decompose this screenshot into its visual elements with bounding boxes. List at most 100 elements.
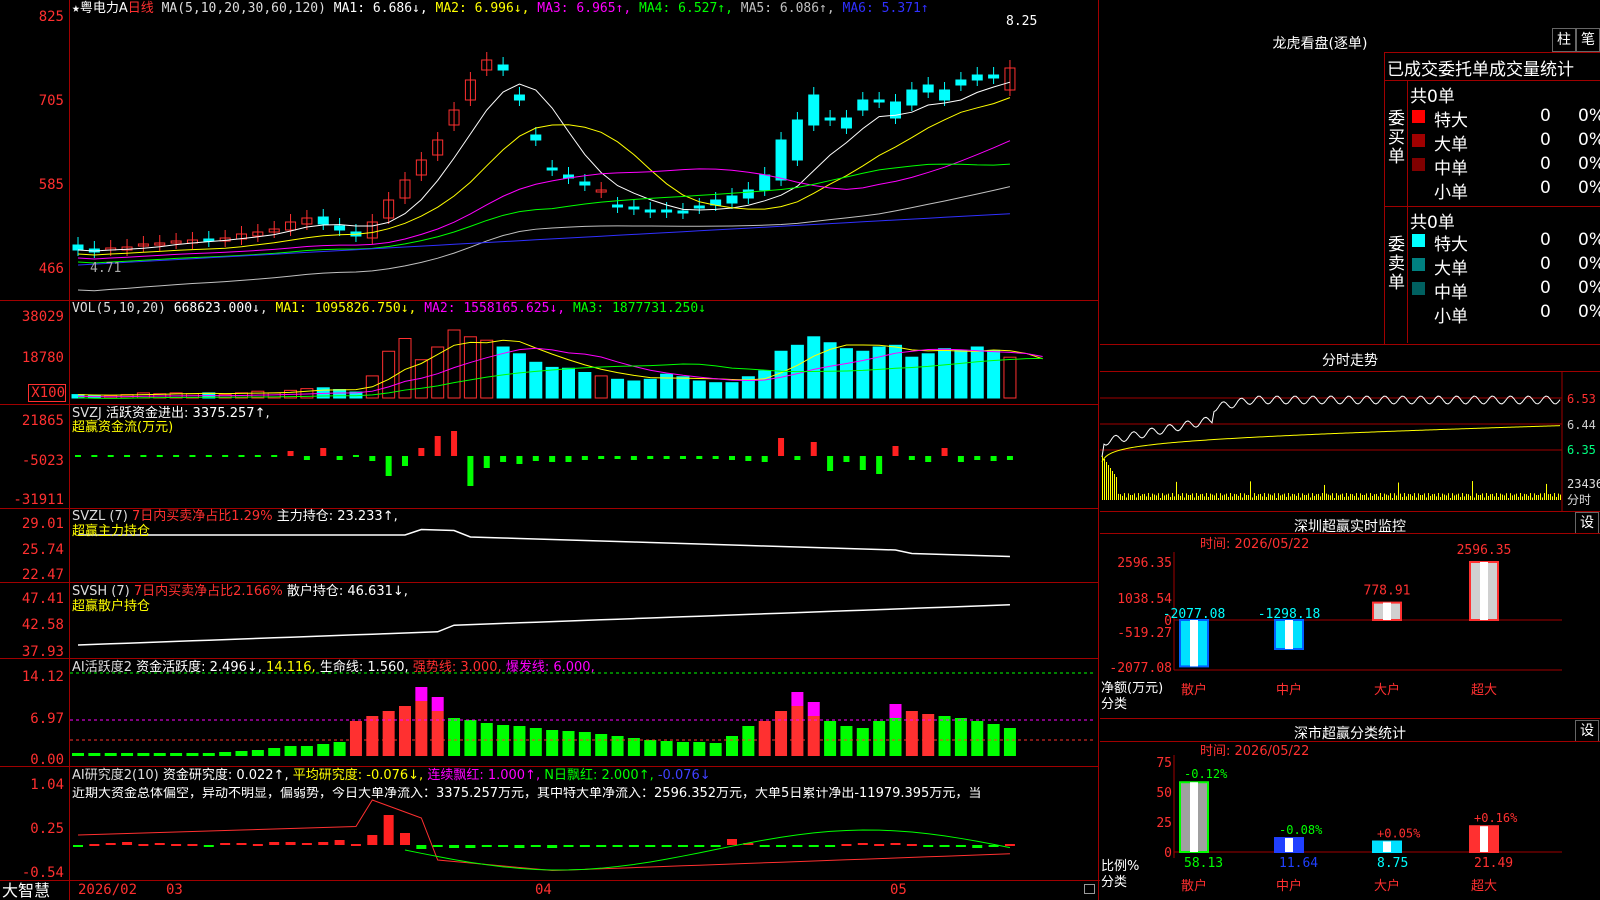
fenshi-vol-bar — [1472, 481, 1473, 500]
fenshi-vol-bar — [1204, 496, 1205, 500]
svzj-bar — [729, 456, 735, 460]
fenshi-vol-bar — [1418, 493, 1419, 500]
volume-bar — [692, 380, 706, 399]
fenshi-chart[interactable] — [1100, 372, 1600, 512]
fenshi-vol-bar — [1328, 494, 1329, 500]
svzj-bar — [827, 456, 834, 471]
research-bar — [563, 845, 574, 847]
svzl-legend: SVZL (7) 7日内买卖净占比1.29% 主力持仓: 23.233↑, — [72, 509, 398, 524]
research-bar — [857, 843, 868, 845]
fenshi-vol-bar — [1392, 497, 1393, 500]
volume-bar — [905, 356, 919, 399]
fenshi-vol-bar — [1134, 493, 1135, 500]
fenshi-vol-bar — [1250, 481, 1251, 500]
research-bar — [383, 815, 394, 845]
fenshi-vol-bar — [1286, 496, 1287, 500]
buy-row-swatch-2 — [1412, 134, 1425, 147]
research-bar — [498, 845, 509, 847]
fenshi-vol-bar — [1282, 494, 1283, 500]
vol-legend-item-3: MA3: 1877731.250↓ — [572, 301, 706, 316]
buy-row-pct-3: 0% — [1578, 154, 1600, 174]
fenshi-vol-bar — [1480, 494, 1481, 500]
longhu-side-divider — [1407, 80, 1408, 343]
fenshi-vol-bar — [1384, 493, 1385, 500]
fenshi-vol-bar — [1324, 484, 1325, 500]
fenshi-vol-bar — [1404, 493, 1405, 500]
fenshi-vol-bar — [1506, 493, 1507, 500]
fenshi-axis-low: 6.35 — [1567, 443, 1596, 457]
monitor-xlabel: 分类 — [1101, 697, 1128, 712]
fenshi-vol-bar — [1334, 497, 1335, 500]
ai2-bar-peak — [889, 704, 902, 718]
fenshi-vol-bar — [1210, 493, 1211, 500]
brand-label: 大智慧 — [2, 881, 51, 900]
ai2-bar — [938, 716, 951, 756]
research-bar — [334, 840, 345, 845]
fenshi-vol-bar — [1360, 493, 1361, 500]
fenshi-vol-bar — [1362, 494, 1363, 500]
classify-value-1: 58.13 — [1184, 856, 1223, 871]
ai2-bar — [72, 753, 84, 756]
research-bar — [89, 844, 100, 846]
classify-bar-highlight-1 — [1190, 782, 1198, 852]
fenshi-vol-bar — [1182, 493, 1183, 500]
fenshi-vol-bar — [1284, 493, 1285, 500]
fenshi-vol-bar — [1548, 494, 1549, 500]
fenshi-vol-bar — [1288, 493, 1289, 500]
main-chart-canvas[interactable] — [0, 0, 1098, 900]
fenshi-vol-bar — [1132, 494, 1133, 500]
fenshi-vol-bar — [1180, 495, 1181, 500]
fenshi-vol-bar — [1434, 493, 1435, 500]
svzj-sub: 超赢资金流(万元) — [72, 420, 174, 435]
fenshi-vol-bar — [1280, 495, 1281, 500]
fenshi-vol-bar — [1306, 494, 1307, 500]
buy-row-swatch-3 — [1412, 158, 1425, 171]
date-04: 04 — [535, 882, 552, 898]
monitor-chart[interactable]: 2596.351038.540-519.27-2077.08-2077.08散户… — [1100, 522, 1600, 712]
date-2026-02: 2026/02 — [78, 882, 138, 898]
stock-name[interactable]: 粤电力A — [80, 1, 128, 16]
fenshi-vol-bar — [1312, 493, 1313, 500]
fenshi-vol-bar — [1170, 496, 1171, 500]
fenshi-price-line — [1101, 395, 1561, 458]
research-bar — [236, 843, 247, 845]
fenshi-vol-bar — [1530, 493, 1531, 500]
fenshi-vol-bar — [1206, 493, 1207, 500]
candle-body — [988, 74, 1000, 79]
ai2-bar — [300, 746, 313, 756]
research-bar — [220, 843, 231, 845]
fenshi-vol-bar — [1142, 494, 1143, 500]
svzl-line — [78, 528, 1010, 558]
fenshi-vol-bar — [1466, 493, 1467, 500]
fenshi-vol-bar — [1244, 493, 1245, 500]
longhu-bar-button[interactable]: 柱 — [1552, 28, 1576, 52]
buy-row-value-3: 0 — [1540, 154, 1551, 174]
sell-row-swatch-4 — [1412, 306, 1425, 319]
ma-legend-item-1: MA1: 6.686↓, — [333, 1, 436, 16]
lock-icon[interactable] — [1084, 884, 1095, 894]
longhu-header: 已成交委托单成交量统计 — [1387, 60, 1574, 80]
fenshi-vol-bar — [1188, 494, 1189, 500]
fenshi-vol-bar — [1136, 497, 1137, 500]
ai2-bar — [251, 750, 264, 756]
classify-chart[interactable]: 75 50 25 0 -0.12% 58.13 散户 -0.08% 11.64 中户 +0.05% 8… — [1100, 730, 1600, 900]
period-label[interactable]: 日线 — [128, 1, 154, 16]
ai2-bar — [104, 753, 117, 756]
sell-row-label-1: 特大 — [1434, 235, 1468, 255]
fenshi-vol-bar — [1416, 497, 1417, 500]
favorite-star-icon[interactable]: ★ — [72, 1, 80, 16]
longhu-tick-button[interactable]: 笔 — [1576, 28, 1600, 52]
fenshi-vol-bar — [1222, 495, 1223, 500]
sell-row-pct-2: 0% — [1578, 254, 1600, 274]
candle-body — [612, 204, 624, 208]
research-bar — [841, 844, 852, 846]
fenshi-vol-bar — [1432, 494, 1433, 500]
svzj-tick — [352, 455, 359, 457]
research-bar — [122, 842, 133, 845]
fenshi-vol-bar — [1504, 495, 1505, 500]
vol-axis-top: 38029 — [21, 309, 64, 325]
fenshi-vol-bar — [1426, 497, 1427, 500]
fenshi-vol-bar — [1292, 493, 1293, 500]
research-bar — [825, 845, 836, 847]
ai2-bar — [219, 752, 232, 756]
